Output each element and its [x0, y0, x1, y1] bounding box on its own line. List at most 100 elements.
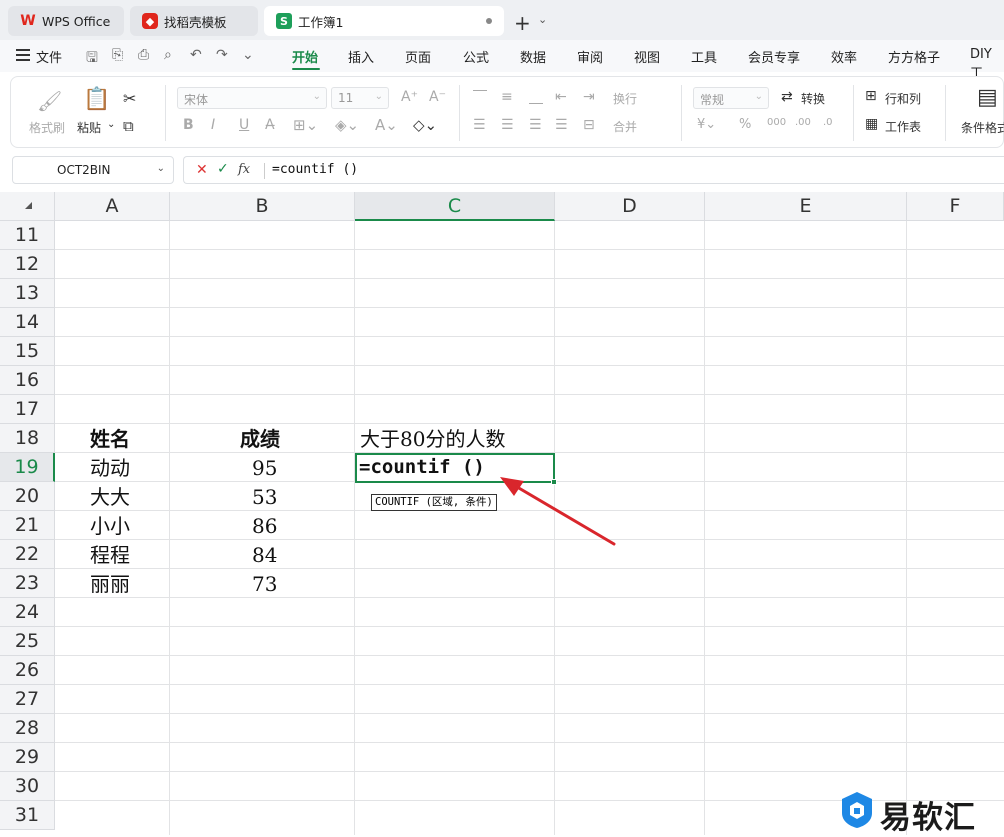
conditional-format-icon[interactable]: ▤ [977, 85, 998, 110]
row-header[interactable]: 25 [0, 627, 55, 656]
formula-input[interactable]: =countif () [272, 162, 358, 177]
menu-tools[interactable]: 工具 [691, 47, 717, 66]
column-header-e[interactable]: E [705, 192, 907, 221]
menu-file[interactable]: 文件 [36, 47, 62, 66]
tab-wps-office[interactable]: W WPS Office [8, 6, 124, 36]
chevron-down-icon[interactable]: ⌄ [538, 13, 547, 26]
rows-cols-icon[interactable]: ⊞ [865, 88, 877, 104]
increase-decimal-icon[interactable]: .00 [795, 117, 811, 128]
thousands-icon[interactable]: 000 [767, 117, 786, 128]
row-header[interactable]: 14 [0, 308, 55, 337]
percent-icon[interactable]: % [739, 117, 751, 132]
decrease-font-icon[interactable]: A⁻ [429, 89, 446, 105]
align-center-icon[interactable]: ☰ [501, 117, 514, 133]
export-icon[interactable]: ⎘ [112, 47, 123, 63]
align-left-icon[interactable]: ☰ [473, 117, 486, 133]
font-size-select[interactable]: 11 ⌄ [331, 87, 389, 109]
row-header[interactable]: 13 [0, 279, 55, 308]
wrap-text-button[interactable]: 换行 [613, 90, 637, 107]
insert-function-icon[interactable]: fx [238, 162, 250, 177]
redo-icon[interactable]: ↷ [216, 47, 228, 63]
fill-color-icon[interactable]: ◈⌄ [335, 116, 359, 134]
cell-c18[interactable]: 大于80分的人数 [360, 425, 505, 454]
row-header[interactable]: 26 [0, 656, 55, 685]
row-header[interactable]: 20 [0, 482, 55, 511]
rows-cols-button[interactable]: 行和列 [885, 90, 921, 107]
row-header[interactable]: 23 [0, 569, 55, 598]
cell-a19[interactable]: 动动 [90, 454, 130, 483]
row-header[interactable]: 12 [0, 250, 55, 279]
row-header[interactable]: 27 [0, 685, 55, 714]
currency-icon[interactable]: ¥⌄ [697, 117, 716, 132]
row-header[interactable]: 16 [0, 366, 55, 395]
spreadsheet-grid[interactable]: A B C D E F 11 12 13 14 15 16 17 18 19 2… [0, 192, 1004, 835]
menu-review[interactable]: 审阅 [577, 47, 603, 66]
cell-b22[interactable]: 84 [252, 541, 277, 570]
cell-a23[interactable]: 丽丽 [90, 570, 130, 599]
cell-a18[interactable]: 姓名 [90, 425, 130, 454]
justify-icon[interactable]: ☰ [555, 117, 568, 133]
row-header[interactable]: 22 [0, 540, 55, 569]
menu-efficiency[interactable]: 效率 [831, 47, 857, 66]
tab-template[interactable]: ◆ 找稻壳模板 [130, 6, 258, 36]
row-header[interactable]: 31 [0, 801, 55, 830]
cut-icon[interactable]: ✂ [123, 89, 136, 108]
bold-icon[interactable]: B [183, 117, 194, 133]
align-right-icon[interactable]: ☰ [529, 117, 542, 133]
column-header-b[interactable]: B [170, 192, 355, 221]
copy-icon[interactable]: ⧉ [123, 117, 134, 135]
save-icon[interactable]: 🖫 [86, 47, 98, 71]
italic-icon[interactable]: I [211, 117, 215, 133]
menu-page[interactable]: 页面 [405, 47, 431, 66]
select-all-corner[interactable] [0, 192, 55, 221]
indent-increase-icon[interactable]: ⇥ [583, 89, 595, 105]
add-tab-icon[interactable]: + [514, 11, 531, 35]
number-format-select[interactable]: 常规 ⌄ [693, 87, 769, 109]
cell-b21[interactable]: 86 [252, 512, 277, 541]
paste-icon[interactable]: 📋 [83, 87, 110, 112]
menu-formula[interactable]: 公式 [463, 47, 489, 66]
paste-button[interactable]: 粘贴 [77, 119, 101, 136]
row-header[interactable]: 17 [0, 395, 55, 424]
border-icon[interactable]: ⊞⌄ [293, 116, 318, 134]
cell-b19[interactable]: 95 [252, 454, 277, 483]
cell-a20[interactable]: 大大 [90, 483, 130, 512]
print-icon[interactable]: ⎙ [138, 47, 149, 63]
menu-insert[interactable]: 插入 [348, 47, 374, 66]
format-painter-button[interactable]: 格式刷 [29, 119, 65, 136]
menu-fangfang[interactable]: 方方格子 [888, 47, 940, 66]
menu-member[interactable]: 会员专享 [748, 47, 800, 66]
row-header[interactable]: 29 [0, 743, 55, 772]
unsaved-dot-icon[interactable] [486, 18, 492, 24]
align-bottom-icon[interactable]: ⎽ [529, 89, 543, 105]
chevron-down-icon[interactable]: ⌄ [157, 163, 165, 174]
undo-icon[interactable]: ↶ [190, 47, 202, 63]
row-header[interactable]: 15 [0, 337, 55, 366]
align-top-icon[interactable]: ⎺ [473, 89, 487, 105]
name-box[interactable]: OCT2BIN ⌄ [12, 156, 174, 184]
row-header[interactable]: 18 [0, 424, 55, 453]
distribute-icon[interactable]: ⊟ [583, 117, 595, 133]
row-header[interactable]: 21 [0, 511, 55, 540]
row-header[interactable]: 24 [0, 598, 55, 627]
row-header[interactable]: 28 [0, 714, 55, 743]
cell-b20[interactable]: 53 [252, 483, 277, 512]
hamburger-icon[interactable] [16, 49, 30, 61]
indent-decrease-icon[interactable]: ⇤ [555, 89, 567, 105]
conditional-format-button[interactable]: 条件格式 [961, 119, 1004, 136]
cell-a22[interactable]: 程程 [90, 541, 130, 570]
confirm-icon[interactable]: ✓ [217, 161, 229, 177]
strikethrough-icon[interactable]: A̶ [265, 117, 275, 133]
font-color-icon[interactable]: A⌄ [375, 116, 398, 134]
worksheet-icon[interactable]: ▦ [865, 116, 878, 132]
menu-data[interactable]: 数据 [520, 47, 546, 66]
increase-font-icon[interactable]: A⁺ [401, 89, 418, 105]
cell-edit-text[interactable]: =countif () [359, 454, 485, 481]
clear-format-icon[interactable]: ◇⌄ [413, 116, 437, 134]
convert-button[interactable]: 转换 [801, 90, 825, 107]
row-header[interactable]: 11 [0, 221, 55, 250]
menu-view[interactable]: 视图 [634, 47, 660, 66]
row-header-selected[interactable]: 19 [0, 453, 55, 482]
align-middle-icon[interactable]: ≡ [501, 89, 513, 105]
more-icon[interactable]: ⌄ [242, 47, 254, 63]
